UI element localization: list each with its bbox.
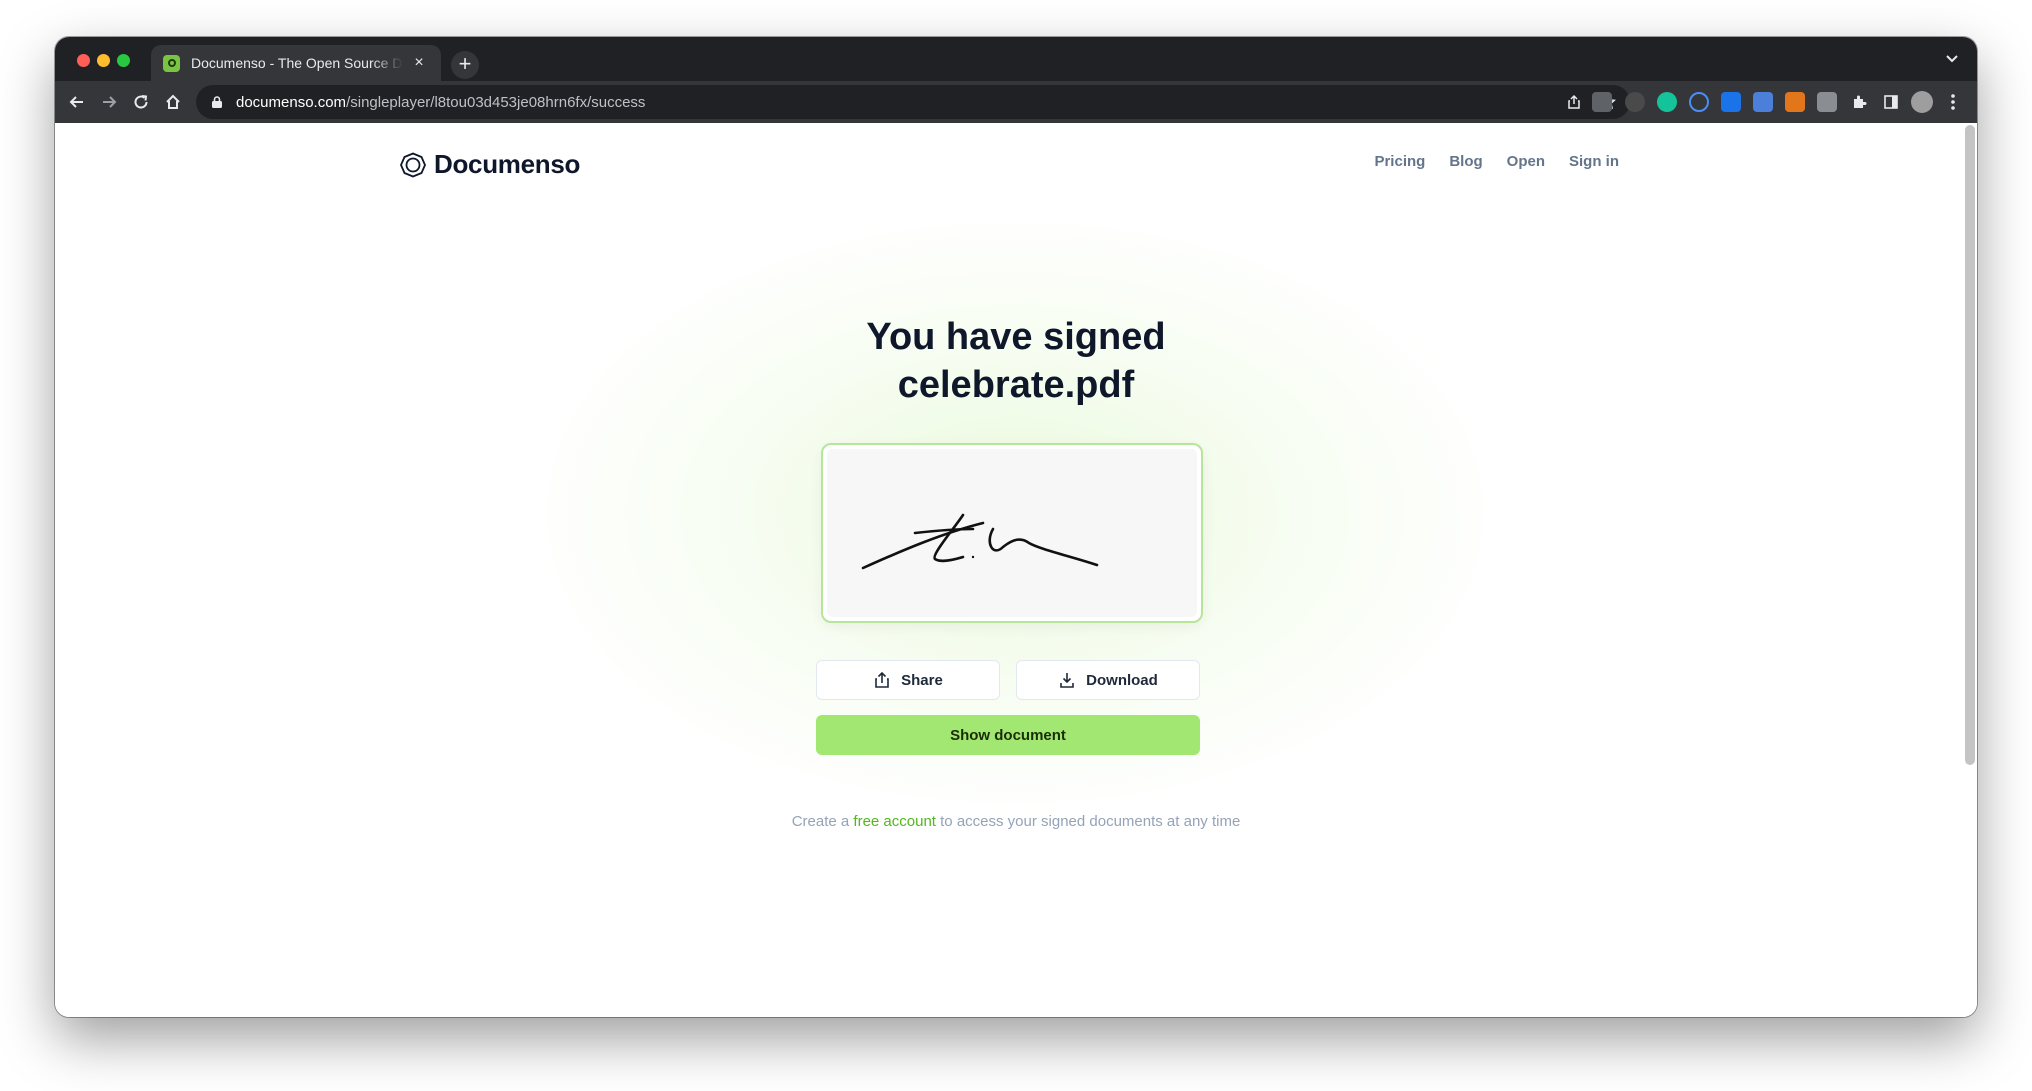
free-account-link[interactable]: free account: [853, 813, 936, 830]
extension-icon[interactable]: [1592, 92, 1612, 112]
signup-footnote: Create a free account to access your sig…: [791, 813, 1241, 830]
site-logo[interactable]: Documenso: [400, 149, 580, 180]
profile-avatar[interactable]: [1911, 91, 1933, 113]
page-viewport: Documenso Pricing Blog Open Sign in You …: [55, 123, 1977, 1017]
tab-search-chevron-icon[interactable]: [1943, 49, 1961, 67]
forward-arrow-icon[interactable]: [97, 90, 121, 114]
extension-icon[interactable]: [1625, 92, 1645, 112]
close-window-button[interactable]: [77, 54, 90, 67]
share-label: Share: [901, 671, 943, 689]
home-icon[interactable]: [161, 90, 185, 114]
show-document-button[interactable]: Show document: [816, 715, 1200, 755]
documenso-logo-icon: [400, 152, 426, 177]
signature-drawing: [861, 513, 1099, 570]
side-panel-icon[interactable]: [1879, 90, 1903, 114]
tab-title: Documenso - The Open Source DocuSign Alt…: [191, 55, 403, 71]
tab-close-icon[interactable]: ×: [409, 54, 429, 72]
download-label: Download: [1086, 671, 1158, 689]
scrollbar[interactable]: [1965, 125, 1975, 765]
metamask-icon[interactable]: [1785, 92, 1805, 112]
share-button[interactable]: Share: [816, 660, 1000, 700]
nav-sign-in[interactable]: Sign in: [1569, 153, 1619, 170]
lock-icon: [212, 96, 222, 108]
main-nav: Pricing Blog Open Sign in: [1374, 153, 1619, 170]
documenso-favicon-icon: [163, 54, 180, 72]
tab-bar: Documenso - The Open Source DocuSign Alt…: [55, 37, 1977, 81]
nav-blog[interactable]: Blog: [1449, 153, 1482, 170]
minimize-window-button[interactable]: [97, 54, 110, 67]
page-title: You have signed celebrate.pdf: [866, 316, 1166, 406]
maximize-window-button[interactable]: [117, 54, 130, 67]
signature-preview: [821, 443, 1203, 623]
extension-icon[interactable]: [1817, 92, 1837, 112]
translate-icon[interactable]: [1753, 92, 1773, 112]
browser-tab[interactable]: Documenso - The Open Source DocuSign Alt…: [151, 45, 441, 81]
reload-icon[interactable]: [129, 90, 153, 114]
browser-toolbar: documenso.com/singleplayer/l8tou03d453je…: [55, 81, 1977, 123]
new-tab-button[interactable]: +: [451, 51, 479, 79]
brand-name: Documenso: [434, 149, 581, 179]
grammarly-icon[interactable]: [1657, 92, 1677, 112]
extension-icon[interactable]: [1721, 92, 1741, 112]
extensions-puzzle-icon[interactable]: [1847, 90, 1871, 114]
more-menu-icon[interactable]: [1941, 90, 1965, 114]
download-button[interactable]: Download: [1016, 660, 1200, 700]
download-icon: [1060, 673, 1074, 688]
nav-pricing[interactable]: Pricing: [1374, 153, 1425, 170]
share-icon: [875, 671, 889, 688]
share-page-icon[interactable]: [1562, 90, 1586, 114]
browser-window: Documenso - The Open Source DocuSign Alt…: [55, 37, 1977, 1017]
url-text: documenso.com/singleplayer/l8tou03d453je…: [236, 93, 646, 111]
back-arrow-icon[interactable]: [65, 90, 89, 114]
nav-open[interactable]: Open: [1507, 153, 1545, 170]
address-bar[interactable]: documenso.com/singleplayer/l8tou03d453je…: [196, 85, 1630, 119]
extension-icon[interactable]: [1689, 92, 1709, 112]
